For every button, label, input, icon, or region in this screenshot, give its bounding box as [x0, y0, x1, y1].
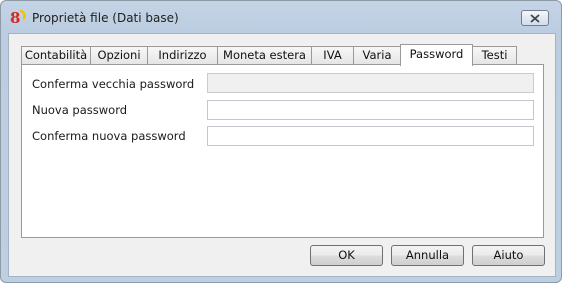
close-icon	[530, 14, 540, 23]
old-password-field[interactable]	[207, 73, 534, 93]
tab-testi[interactable]: Testi	[472, 46, 517, 65]
tab-contabilita[interactable]: Contabilità	[21, 46, 91, 65]
help-button[interactable]: Aiuto	[472, 245, 545, 266]
tab-iva[interactable]: IVA	[311, 46, 354, 65]
tab-moneta-estera[interactable]: Moneta estera	[217, 46, 312, 65]
banana-app-icon: 8	[10, 9, 26, 26]
new-password-field[interactable]	[207, 100, 534, 120]
new-password-label: Nuova password	[32, 103, 128, 117]
tab-indirizzo[interactable]: Indirizzo	[147, 46, 218, 65]
confirm-new-password-label: Conferma nuova password	[32, 129, 186, 143]
title-bar[interactable]: 8 Proprietà file (Dati base)	[1, 1, 561, 35]
ok-button[interactable]: OK	[310, 245, 383, 266]
cancel-button[interactable]: Annulla	[391, 245, 464, 266]
close-button[interactable]	[521, 10, 549, 26]
password-tab-panel: Conferma vecchia password Nuova password…	[21, 64, 544, 238]
tab-opzioni[interactable]: Opzioni	[90, 46, 148, 65]
tab-varia[interactable]: Varia	[353, 46, 401, 65]
old-password-label: Conferma vecchia password	[32, 77, 195, 91]
dialog-window: 8 Proprietà file (Dati base) Contabilità…	[0, 0, 562, 283]
confirm-new-password-field[interactable]	[207, 126, 534, 146]
dialog-client-area: Contabilità Opzioni Indirizzo Moneta est…	[8, 33, 556, 277]
window-title: Proprietà file (Dati base)	[32, 11, 179, 25]
svg-text:8: 8	[10, 9, 20, 26]
tab-password[interactable]: Password	[400, 44, 473, 66]
